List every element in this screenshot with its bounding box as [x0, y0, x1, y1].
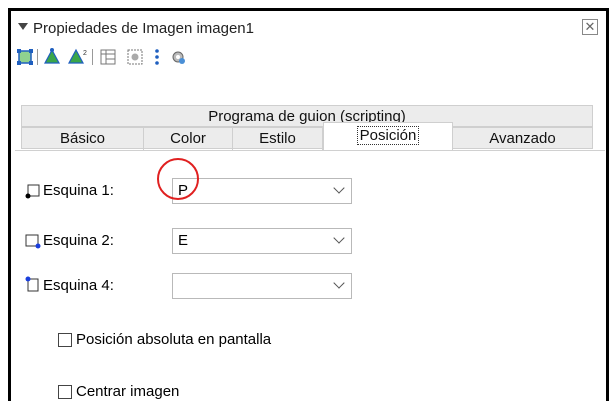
- chevron-down-icon: [333, 277, 345, 289]
- chevron-down-icon: [333, 182, 345, 194]
- collapse-arrow-icon[interactable]: [18, 23, 28, 30]
- picture-icon[interactable]: [126, 48, 144, 66]
- corner-2-label: Esquina 2:: [43, 232, 114, 249]
- center-image-label: Centrar imagen: [76, 383, 180, 400]
- corner-4-select[interactable]: [172, 273, 352, 299]
- corner-1-label: Esquina 1:: [43, 182, 114, 199]
- corner-1-select[interactable]: P: [172, 178, 352, 204]
- corner-4-label: Esquina 4:: [43, 277, 114, 294]
- properties-window: Propiedades de Imagen imagen1 ✕ 2 Progra…: [8, 8, 609, 405]
- select-corners-icon[interactable]: [16, 48, 34, 66]
- close-button[interactable]: ✕: [582, 19, 598, 35]
- tab-scripting[interactable]: Programa de guion (scripting): [22, 106, 592, 128]
- corner-2-value: E: [178, 232, 189, 249]
- title-bar: Propiedades de Imagen imagen1 ✕: [11, 11, 606, 45]
- tab-row-2: Básico Color Estilo Posición Avanzado: [21, 122, 593, 151]
- corner-1-row: Esquina 1: P: [25, 178, 425, 204]
- window-title: Propiedades de Imagen imagen1: [33, 20, 254, 37]
- position-panel: Esquina 1: P Esquina 2: E Esquina 4: Pos…: [15, 150, 605, 405]
- tab-posicion[interactable]: Posición: [323, 122, 453, 151]
- corner-2-select[interactable]: E: [172, 228, 352, 254]
- table-icon[interactable]: [99, 48, 117, 66]
- corner-top-left-icon: [25, 276, 39, 292]
- svg-text:2: 2: [83, 50, 87, 57]
- toolbar: 2: [11, 45, 606, 69]
- gear-icon[interactable]: [169, 48, 187, 66]
- corner-bottom-right-icon: [25, 234, 41, 249]
- toolbar-separator: [37, 49, 38, 65]
- dots-icon[interactable]: [152, 48, 162, 66]
- highlight-circle: [157, 158, 199, 200]
- tab-estilo[interactable]: Estilo: [233, 128, 323, 150]
- corner-4-row: Esquina 4:: [25, 273, 425, 299]
- corner-bottom-left-icon: [25, 184, 40, 199]
- absolute-position-checkbox[interactable]: [58, 333, 72, 347]
- tab-posicion-label: Posición: [356, 126, 420, 145]
- tab-row-1: Programa de guion (scripting): [21, 105, 593, 127]
- chevron-down-icon: [333, 232, 345, 244]
- corner-2-row: Esquina 2: E: [25, 228, 425, 254]
- triangle-icon[interactable]: [43, 48, 61, 66]
- toolbar-separator: [92, 49, 93, 65]
- tab-color[interactable]: Color: [144, 128, 233, 150]
- triangle-squared-icon[interactable]: 2: [67, 48, 89, 66]
- tab-basico[interactable]: Básico: [22, 128, 144, 150]
- properties-content: Programa de guion (scripting) Básico Col…: [11, 69, 606, 405]
- absolute-position-label: Posición absoluta en pantalla: [76, 331, 272, 348]
- center-image-checkbox[interactable]: [58, 385, 72, 399]
- tab-avanzado[interactable]: Avanzado: [453, 128, 592, 150]
